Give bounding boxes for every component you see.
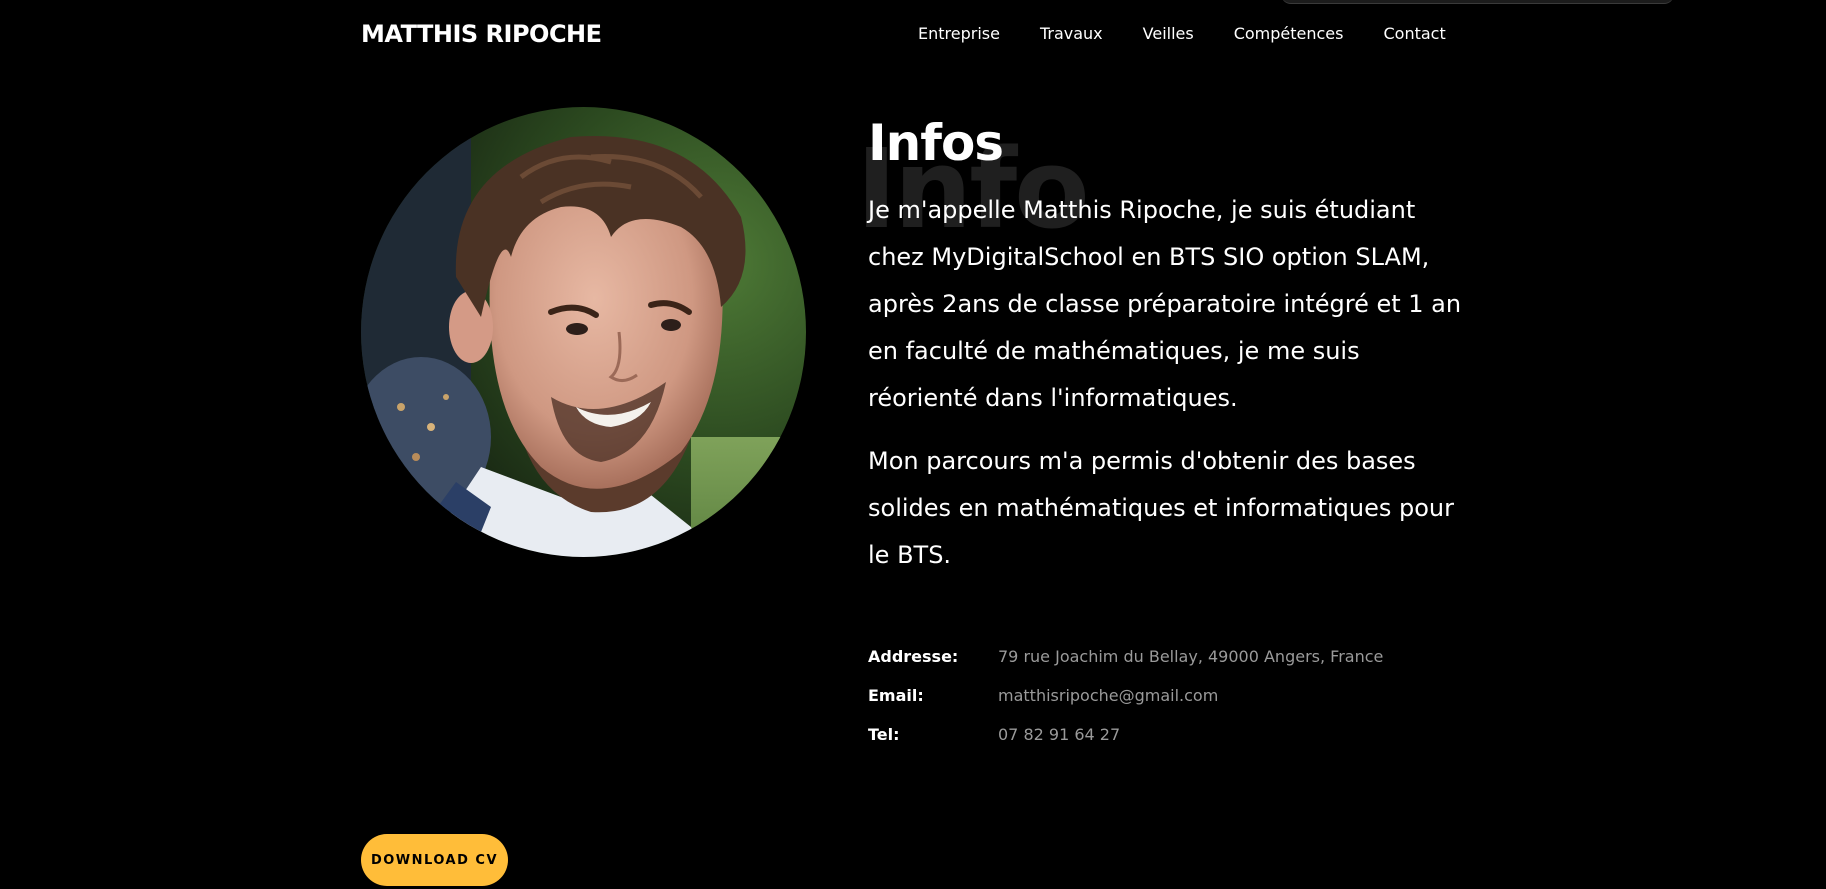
profile-photo <box>361 107 806 557</box>
about-paragraph-2: Mon parcours m'a permis d'obtenir des ba… <box>868 447 1455 569</box>
about-paragraph-1: Je m'appelle Matthis Ripoche, je suis ét… <box>868 196 1462 412</box>
page: MATTHIS RIPOCHE Entreprise Travaux Veill… <box>0 0 1826 889</box>
site-logo[interactable]: MATTHIS RIPOCHE <box>361 20 602 48</box>
phone-value: 07 82 91 64 27 <box>998 725 1121 744</box>
nav-link-veilles[interactable]: Veilles <box>1143 24 1194 44</box>
top-bar-element <box>1281 0 1674 4</box>
nav-link-contact[interactable]: Contact <box>1383 24 1445 44</box>
address-value: 79 rue Joachim du Bellay, 49000 Angers, … <box>998 647 1384 666</box>
email-value: matthisripoche@gmail.com <box>998 686 1219 705</box>
nav-link-travaux[interactable]: Travaux <box>1040 24 1103 44</box>
section-title: Infos <box>868 114 1004 172</box>
info-row-phone: Tel: 07 82 91 64 27 <box>868 715 1383 754</box>
main-nav: Entreprise Travaux Veilles Compétences C… <box>918 24 1446 44</box>
info-label: Tel: <box>868 725 900 744</box>
nav-link-competences[interactable]: Compétences <box>1234 24 1344 44</box>
info-label: Email: <box>868 686 924 705</box>
contact-info-list: Addresse: 79 rue Joachim du Bellay, 4900… <box>868 637 1383 754</box>
info-label: Addresse: <box>868 647 959 666</box>
nav-link-entreprise[interactable]: Entreprise <box>918 24 1000 44</box>
info-row-email: Email: matthisripoche@gmail.com <box>868 676 1383 715</box>
info-row-address: Addresse: 79 rue Joachim du Bellay, 4900… <box>868 637 1383 676</box>
download-cv-button[interactable]: DOWNLOAD CV <box>361 834 508 886</box>
about-section: Info Infos Je m'appelle Matthis Ripoche,… <box>856 108 1508 579</box>
